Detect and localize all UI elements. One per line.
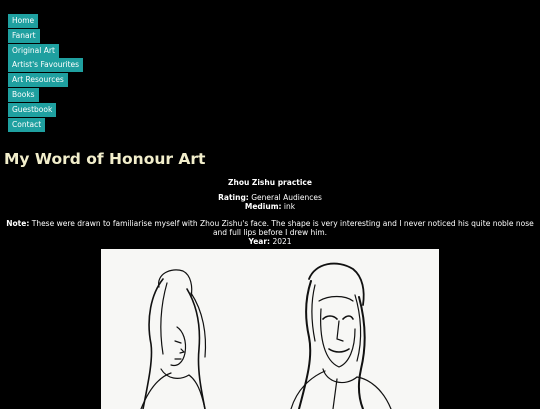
ink-sketch-illustration — [140, 262, 392, 409]
nav-books-link[interactable]: Books — [8, 87, 39, 102]
nav-guestbook-link[interactable]: Guestbook — [8, 102, 57, 117]
year-label: Year: — [248, 237, 271, 246]
note-line: Note: These were drawn to familiarise my… — [6, 219, 534, 237]
rating-line: Rating: General Audiences — [6, 193, 534, 202]
medium-value: ink — [283, 202, 296, 211]
medium-label: Medium: — [244, 202, 282, 211]
note-text: These were drawn to familiarise myself w… — [31, 219, 534, 237]
medium-line: Medium: ink — [6, 202, 534, 211]
artwork-details: Zhou Zishu practice Rating: General Audi… — [6, 178, 534, 246]
rating-value: General Audiences — [251, 193, 322, 202]
nav-artists-favourites-link[interactable]: Artist's Favourites — [8, 58, 84, 73]
site-title: My Word of Honour Art — [4, 150, 206, 168]
rating-label: Rating: — [218, 193, 249, 202]
year-value: 2021 — [272, 237, 292, 246]
nav-art-resources-link[interactable]: Art Resources — [8, 73, 68, 88]
nav-original-art-link[interactable]: Original Art — [8, 43, 59, 58]
nav-fanart-link[interactable]: Fanart — [8, 28, 40, 43]
main-nav: Home Fanart Original Art Artist's Favour… — [8, 14, 84, 132]
year-line: Year: 2021 — [6, 237, 534, 246]
note-label: Note: — [6, 219, 30, 228]
artwork-title: Zhou Zishu practice — [228, 178, 312, 187]
artwork-image — [101, 249, 439, 409]
nav-contact-link[interactable]: Contact — [8, 117, 46, 132]
nav-home-link[interactable]: Home — [8, 14, 39, 28]
